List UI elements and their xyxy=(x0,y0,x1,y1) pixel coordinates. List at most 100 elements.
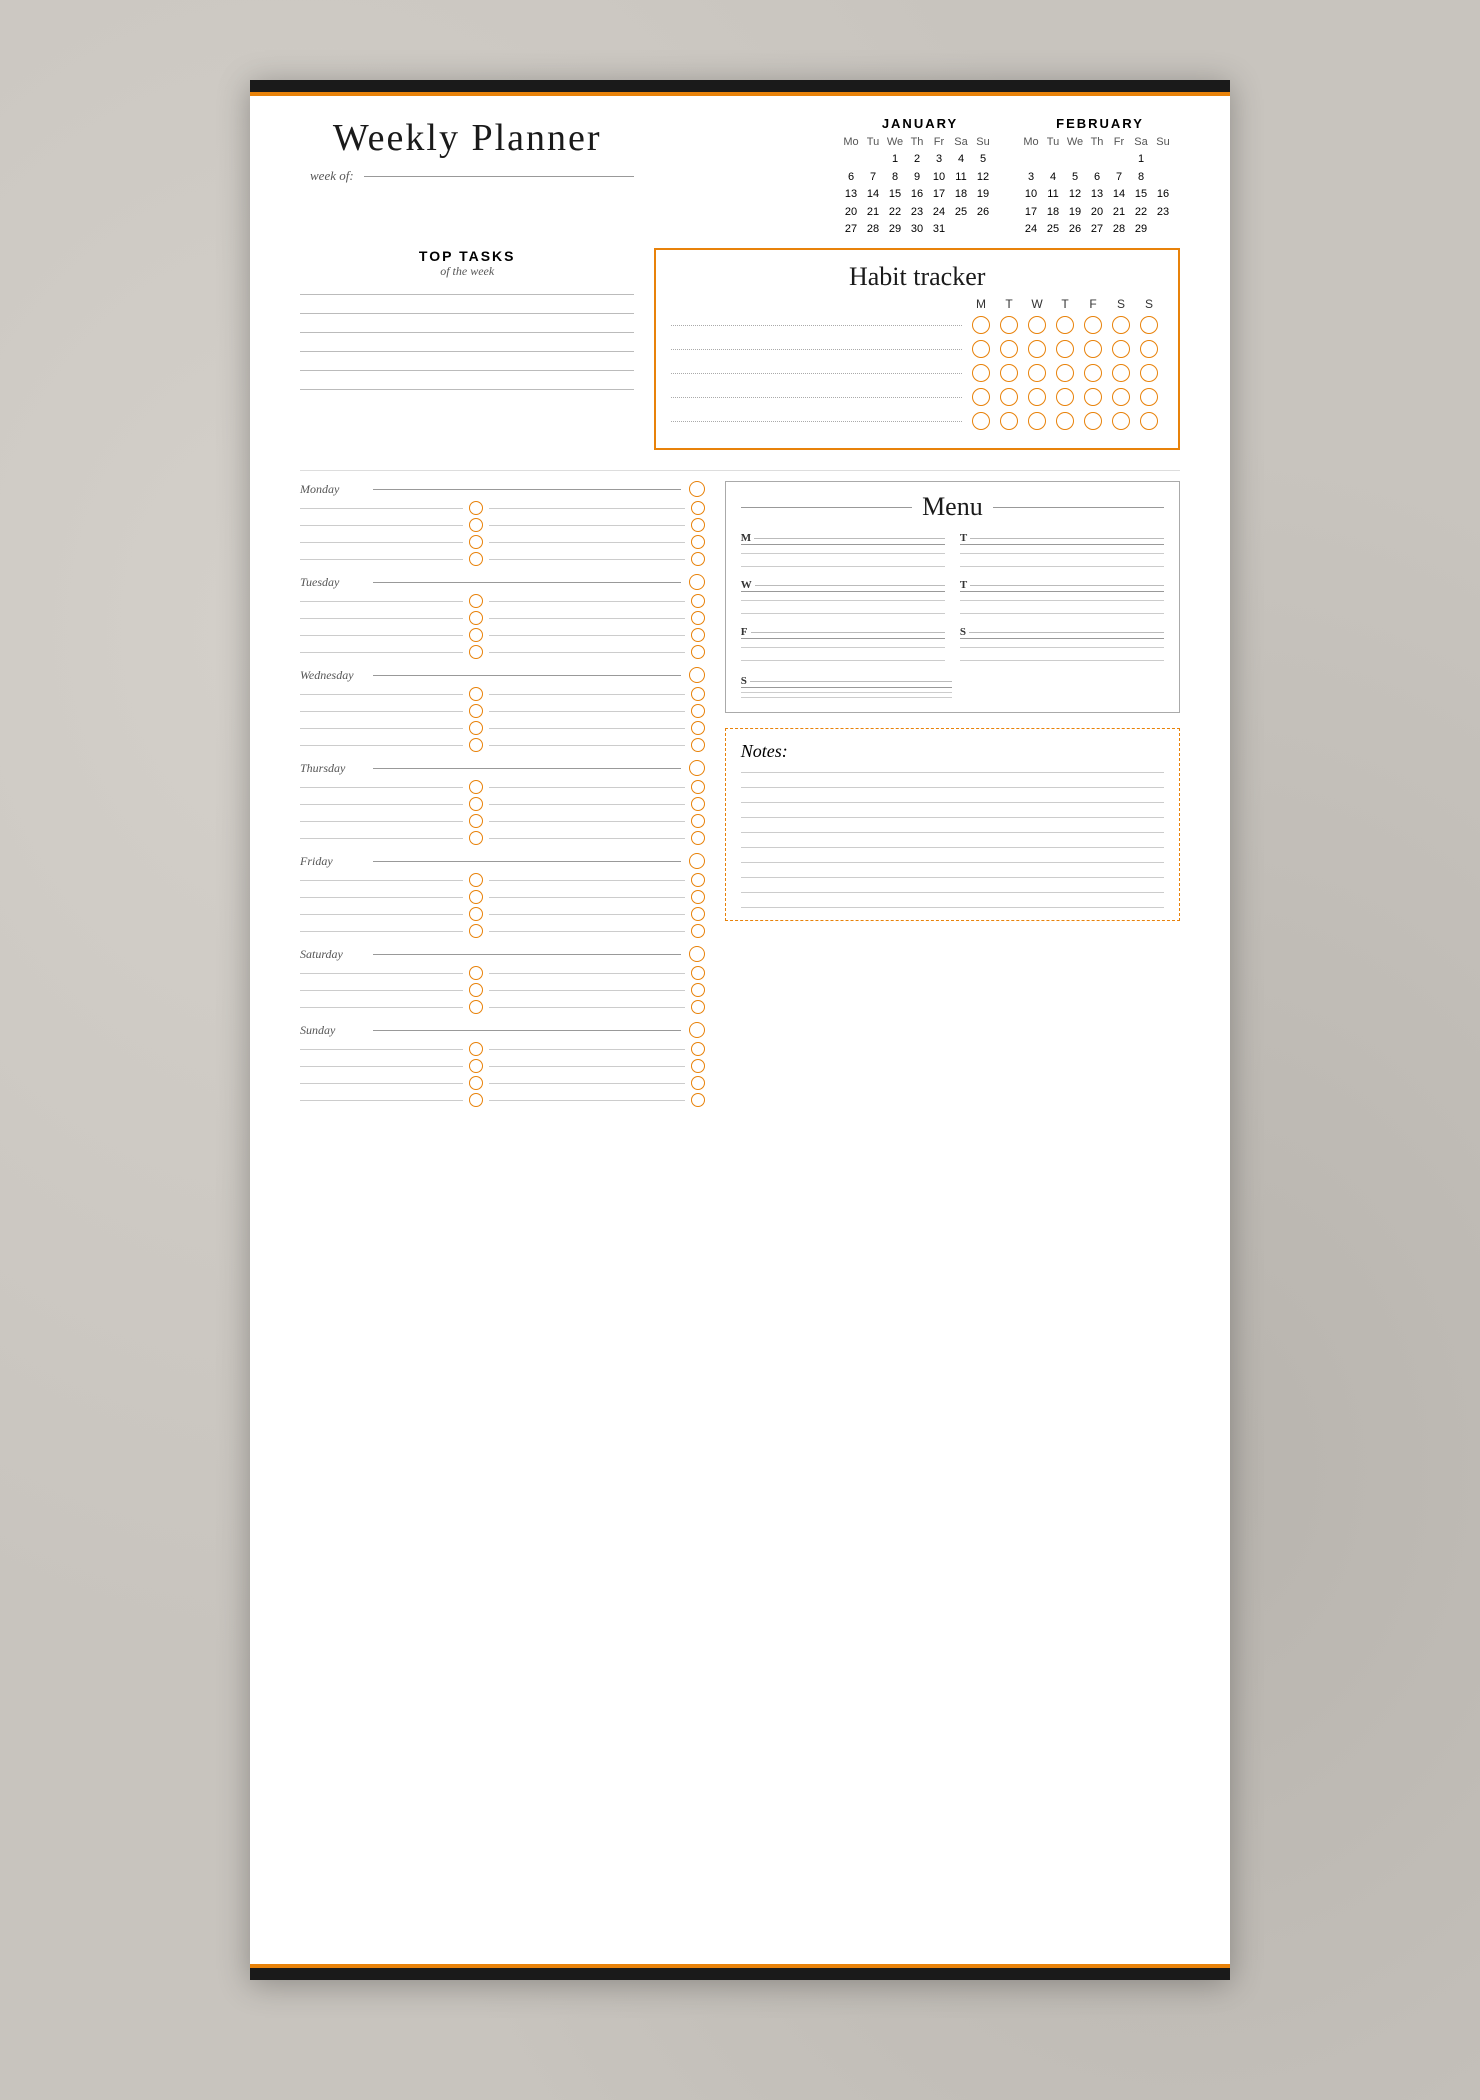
day-circle-end[interactable] xyxy=(691,594,705,608)
day-circle[interactable] xyxy=(469,611,483,625)
day-circle[interactable] xyxy=(469,1000,483,1014)
habit-circle[interactable] xyxy=(1028,364,1046,382)
habit-circle[interactable] xyxy=(1000,388,1018,406)
habit-circle[interactable] xyxy=(1112,364,1130,382)
day-circle[interactable] xyxy=(469,1059,483,1073)
habit-circle[interactable] xyxy=(1112,316,1130,334)
habit-circle[interactable] xyxy=(1140,412,1158,430)
day-circle-end[interactable] xyxy=(691,907,705,921)
day-circle-end[interactable] xyxy=(691,983,705,997)
habit-circle[interactable] xyxy=(1000,412,1018,430)
day-circle-end[interactable] xyxy=(691,797,705,811)
thursday-circle[interactable] xyxy=(689,760,705,776)
habit-circle[interactable] xyxy=(1056,364,1074,382)
day-circle-end[interactable] xyxy=(691,890,705,904)
day-circle[interactable] xyxy=(469,1076,483,1090)
day-circle-end[interactable] xyxy=(691,780,705,794)
habit-circle[interactable] xyxy=(1028,412,1046,430)
tuesday-circle[interactable] xyxy=(689,574,705,590)
day-circle[interactable] xyxy=(469,797,483,811)
day-circle[interactable] xyxy=(469,907,483,921)
day-circle-end[interactable] xyxy=(691,552,705,566)
day-circle-end[interactable] xyxy=(691,1093,705,1107)
day-circle[interactable] xyxy=(469,628,483,642)
day-circle-end[interactable] xyxy=(691,1042,705,1056)
day-circle[interactable] xyxy=(469,1093,483,1107)
habit-circle[interactable] xyxy=(1084,412,1102,430)
sunday-circle[interactable] xyxy=(689,1022,705,1038)
day-circle-end[interactable] xyxy=(691,738,705,752)
habit-circle[interactable] xyxy=(972,412,990,430)
day-circle-end[interactable] xyxy=(691,924,705,938)
day-circle[interactable] xyxy=(469,966,483,980)
day-circle-end[interactable] xyxy=(691,611,705,625)
day-circle[interactable] xyxy=(469,645,483,659)
menu-friday: F xyxy=(741,626,945,665)
day-circle-end[interactable] xyxy=(691,645,705,659)
saturday-circle[interactable] xyxy=(689,946,705,962)
habit-circle[interactable] xyxy=(1084,340,1102,358)
menu-thursday: T xyxy=(960,579,1164,618)
day-circle-end[interactable] xyxy=(691,628,705,642)
habit-circle[interactable] xyxy=(1000,316,1018,334)
day-circle-end[interactable] xyxy=(691,1000,705,1014)
habit-circle[interactable] xyxy=(1112,412,1130,430)
habit-circle[interactable] xyxy=(1056,412,1074,430)
wednesday-circle[interactable] xyxy=(689,667,705,683)
habit-circle[interactable] xyxy=(1028,388,1046,406)
habit-circle[interactable] xyxy=(1112,388,1130,406)
day-circle[interactable] xyxy=(469,594,483,608)
day-circle[interactable] xyxy=(469,704,483,718)
day-circle[interactable] xyxy=(469,831,483,845)
day-circle[interactable] xyxy=(469,983,483,997)
habit-circle[interactable] xyxy=(1112,340,1130,358)
day-circle-end[interactable] xyxy=(691,687,705,701)
habit-circle[interactable] xyxy=(1056,316,1074,334)
habit-circle[interactable] xyxy=(1056,340,1074,358)
habit-circle[interactable] xyxy=(1028,316,1046,334)
habit-circle[interactable] xyxy=(1140,340,1158,358)
day-circle[interactable] xyxy=(469,890,483,904)
day-circle-end[interactable] xyxy=(691,721,705,735)
habit-circle[interactable] xyxy=(1028,340,1046,358)
habit-circle[interactable] xyxy=(1000,364,1018,382)
habit-circle[interactable] xyxy=(1140,316,1158,334)
day-circle-end[interactable] xyxy=(691,966,705,980)
day-circle[interactable] xyxy=(469,1042,483,1056)
day-circle[interactable] xyxy=(469,535,483,549)
habit-circle[interactable] xyxy=(972,340,990,358)
day-circle[interactable] xyxy=(469,873,483,887)
friday-circle[interactable] xyxy=(689,853,705,869)
day-circle-end[interactable] xyxy=(691,831,705,845)
day-circle-end[interactable] xyxy=(691,1076,705,1090)
day-circle[interactable] xyxy=(469,738,483,752)
day-circle-end[interactable] xyxy=(691,814,705,828)
habit-circle[interactable] xyxy=(1084,364,1102,382)
habit-circle[interactable] xyxy=(1140,364,1158,382)
notes-section: Notes: xyxy=(725,728,1180,921)
day-circle-end[interactable] xyxy=(691,1059,705,1073)
day-circle[interactable] xyxy=(469,721,483,735)
day-circle[interactable] xyxy=(469,814,483,828)
habit-circle[interactable] xyxy=(1140,388,1158,406)
habit-circle[interactable] xyxy=(1000,340,1018,358)
day-circle-end[interactable] xyxy=(691,518,705,532)
habit-circle[interactable] xyxy=(1056,388,1074,406)
habit-circle[interactable] xyxy=(972,316,990,334)
monday-circle[interactable] xyxy=(689,481,705,497)
habit-circle[interactable] xyxy=(1084,388,1102,406)
day-circle[interactable] xyxy=(469,501,483,515)
day-circle[interactable] xyxy=(469,552,483,566)
day-circle-end[interactable] xyxy=(691,535,705,549)
day-circle-end[interactable] xyxy=(691,501,705,515)
day-circle-end[interactable] xyxy=(691,704,705,718)
day-circle-end[interactable] xyxy=(691,873,705,887)
day-circle[interactable] xyxy=(469,924,483,938)
day-row xyxy=(300,814,705,828)
day-circle[interactable] xyxy=(469,518,483,532)
day-circle[interactable] xyxy=(469,687,483,701)
habit-circle[interactable] xyxy=(1084,316,1102,334)
habit-circle[interactable] xyxy=(972,388,990,406)
habit-circle[interactable] xyxy=(972,364,990,382)
day-circle[interactable] xyxy=(469,780,483,794)
